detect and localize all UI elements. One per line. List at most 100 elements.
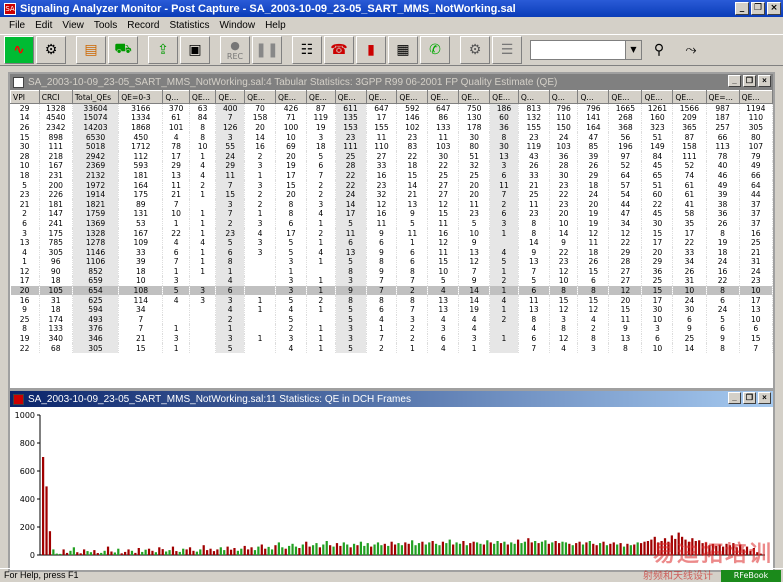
table-row[interactable]: 29 1328 33604 3166 370 63 400 70 426 87 611 647 592 6… [10, 103, 773, 114]
column-header[interactable]: Q... [162, 90, 190, 104]
table-row[interactable]: 5 200 1972 164 11 2 7 3 15 2 22 23 14 27 20 11 21 23 18 57 5… [10, 180, 773, 190]
table-row[interactable]: 21 181 1821 89 7 3 2 8 3 14 12 13 12 11 2 11 23 20 44 22 41 3… [10, 199, 773, 210]
histogram-bar [537, 543, 540, 555]
list-icon[interactable]: ☰ [492, 36, 522, 64]
table-cell: 5 [427, 276, 460, 286]
menu-view[interactable]: View [57, 20, 89, 31]
column-header[interactable]: QE... [274, 90, 307, 104]
phone-icon[interactable]: ☎ [324, 36, 354, 64]
save-icon[interactable]: ▣ [180, 36, 210, 64]
table-row[interactable]: 22 68 305 15 1 5 4 1 5 2 1 4 1 7 4 3 8 10 14 8 7 [10, 343, 773, 353]
column-header[interactable]: QE... [641, 90, 674, 104]
column-header[interactable]: QE... [305, 90, 336, 104]
column-header[interactable]: QE=... [705, 90, 740, 104]
close-button[interactable]: × [767, 2, 781, 15]
column-header[interactable]: Q... [517, 90, 550, 104]
table-row[interactable]: 23 226 1914 175 21 1 15 2 20 2 24 32 21 27 20 7 25 22 24 54… [10, 189, 773, 200]
statistics-grid[interactable]: VPI CRCI Total_QEs QE=0-3 Q... QE... QE... QE..… [10, 90, 773, 386]
column-header[interactable]: VPI [10, 90, 40, 104]
hist-restore-button[interactable]: ❐ [743, 392, 756, 404]
table-cell: 167 [39, 161, 73, 171]
table-row[interactable]: 25 174 493 7 2 5 5 4 3 4 4 2 8 3 4 11 10 6 5 10 [10, 314, 773, 325]
table-row[interactable]: 6 241 1369 53 1 1 2 3 6 1 5 11 5 11 5 3 8 10 19 34 30 35 26 37 [10, 218, 773, 229]
gear-icon[interactable]: ⚙ [36, 36, 66, 64]
chevron-down-icon[interactable]: ▼ [625, 41, 641, 59]
table-minimize-button[interactable]: _ [728, 75, 741, 87]
histogram-bar [421, 541, 424, 555]
bar-chart-icon[interactable]: ▮ [356, 36, 386, 64]
menu-statistics[interactable]: Statistics [164, 20, 214, 31]
table-row[interactable]: 20 105 654 108 5 3 6 3 1 9 7 2 4 14 1 6 8 8 12 15 10 8 10 [10, 285, 773, 296]
table-restore-button[interactable]: ❐ [743, 75, 756, 87]
table-cell: 376 [72, 324, 120, 334]
table-icon[interactable]: ▦ [388, 36, 418, 64]
filter-icon[interactable]: ▤ [76, 36, 106, 64]
column-header[interactable]: QE... [738, 90, 773, 104]
table-row[interactable]: 2 147 1759 131 10 1 7 1 8 4 17 16 9 15 23 6 23 20 19 47 45 58… [10, 209, 773, 219]
menu-edit[interactable]: Edit [30, 20, 57, 31]
column-header[interactable]: Q... [577, 90, 610, 104]
histogram-bar [407, 543, 410, 555]
column-header[interactable]: QE... [672, 90, 707, 104]
hist-minimize-button[interactable]: _ [728, 392, 741, 404]
table-row[interactable]: 15 898 6530 450 4 8 3 14 10 3 23 11 23 11 30 8 23 24 47 56 5… [10, 132, 773, 142]
decode-icon[interactable]: ⚙ [460, 36, 490, 64]
pause-icon[interactable]: ❚❚ [252, 36, 282, 64]
table-close-button[interactable]: × [758, 75, 771, 87]
column-header[interactable]: QE=0-3 [118, 90, 164, 104]
menu-tools[interactable]: Tools [89, 20, 122, 31]
column-header[interactable]: QE... [489, 90, 519, 104]
table-row[interactable]: 3 175 1328 167 22 1 23 4 17 2 11 9 11 16 10 1 8 14 12 12 15 1… [10, 228, 773, 238]
menu-help[interactable]: Help [260, 20, 291, 31]
column-header[interactable]: Q... [548, 90, 579, 104]
graph-icon[interactable]: ☷ [292, 36, 322, 64]
table-row[interactable]: 12 90 852 18 1 1 1 1 8 9 8 10 7 1 7 12 15 27 36 26 16 24 [10, 266, 773, 277]
menu-file[interactable]: File [4, 20, 30, 31]
table-row[interactable]: 30 111 5018 1712 78 10 55 16 69 18 111 110 83 103 80 30… [10, 141, 773, 152]
column-header[interactable]: QE... [458, 90, 491, 104]
table-row[interactable]: 14 4540 15074 1334 61 84 7 158 71 119 135 17 146 86 13… [10, 113, 773, 123]
record-icon[interactable]: ● REC [220, 36, 250, 64]
minimize-button[interactable]: _ [735, 2, 749, 15]
column-header[interactable]: QE... [188, 90, 217, 104]
menu-record[interactable]: Record [122, 20, 164, 31]
table-row[interactable]: 8 133 376 7 1 1 2 1 3 1 2 3 4 4 8 2 9 3 9 6 6 [10, 324, 773, 334]
column-header[interactable]: Total_QEs [71, 90, 120, 104]
table-row[interactable]: 10 167 2369 593 29 4 29 3 19 6 28 33 18 22 32 3 26 28 26 52… [10, 161, 773, 171]
restore-button[interactable]: ❐ [751, 2, 765, 15]
filter-combo[interactable]: ▼ [530, 40, 642, 60]
export-icon[interactable]: ⇪ [148, 36, 178, 64]
table-row[interactable]: 4 305 1146 33 6 1 6 3 5 4 13 9 6 11 13 4 9 22 18 29 20 33 18 21 [10, 247, 773, 257]
column-header[interactable]: QE... [365, 90, 398, 104]
route-icon[interactable]: ⤳ [676, 36, 706, 64]
column-header[interactable]: QE... [215, 90, 246, 104]
column-header[interactable]: QE... [244, 90, 276, 104]
table-row[interactable]: 16 31 625 114 4 3 3 1 5 2 8 8 8 13 14 4 11 15 15 20 17 24 6 17 [10, 295, 773, 305]
column-header[interactable]: QE... [427, 90, 460, 104]
hist-window-title: SA_2003-10-09_23-05_SART_MMS_NotWorking.… [28, 393, 411, 405]
hist-close-button[interactable]: × [758, 392, 771, 404]
column-header[interactable]: QE... [608, 90, 643, 104]
column-header[interactable]: QE... [334, 90, 367, 104]
table-cell: 1 [244, 170, 276, 181]
table-row[interactable]: 9 18 594 34 4 1 4 1 5 6 7 13 19 1 13 12 12 15 30 30 24 13 [10, 304, 773, 315]
histogram-bar [147, 548, 151, 555]
table-row[interactable]: 1 96 1106 39 7 1 8 3 1 5 8 6 15 12 5 13 23 26 28 29 34 24 31 [10, 257, 773, 267]
table-row[interactable]: 13 785 1278 109 4 4 5 3 5 1 6 6 1 12 9 14 9 11 22 17 22 19 25 [10, 237, 773, 248]
table-cell: 1 [306, 237, 336, 248]
table-cell: 12 [427, 237, 460, 248]
table-row[interactable]: 28 218 2942 112 17 1 24 2 20 5 25 27 22 30 51 13 43 36 39 9… [10, 151, 773, 162]
table-cell: 305 [739, 122, 773, 133]
search-icon[interactable]: ⚲ [644, 36, 674, 64]
table-row[interactable]: 19 340 346 21 3 3 1 3 1 3 7 2 6 3 1 6 12 8 13 6 25 9 15 [10, 333, 773, 344]
capture-icon[interactable]: ⛟ [108, 36, 138, 64]
table-row[interactable]: 26 2342 14203 1868 101 8 126 20 100 19 153 155 102 13… [10, 122, 773, 133]
column-header[interactable]: CRCI [38, 90, 73, 104]
call-icon[interactable]: ✆ [420, 36, 450, 64]
table-row[interactable]: 17 18 659 10 3 4 3 1 3 7 7 5 9 2 5 10 6 27 25 31 22 23 [10, 276, 773, 286]
monitor-icon[interactable]: ∿ [4, 36, 34, 64]
table-row[interactable]: 18 231 2132 181 13 4 11 1 17 7 22 16 15 25 25 6 33 30 29 64… [10, 170, 773, 181]
menu-window[interactable]: Window [214, 20, 260, 31]
table-cell: 19 [706, 237, 740, 248]
column-header[interactable]: QE... [396, 90, 429, 104]
